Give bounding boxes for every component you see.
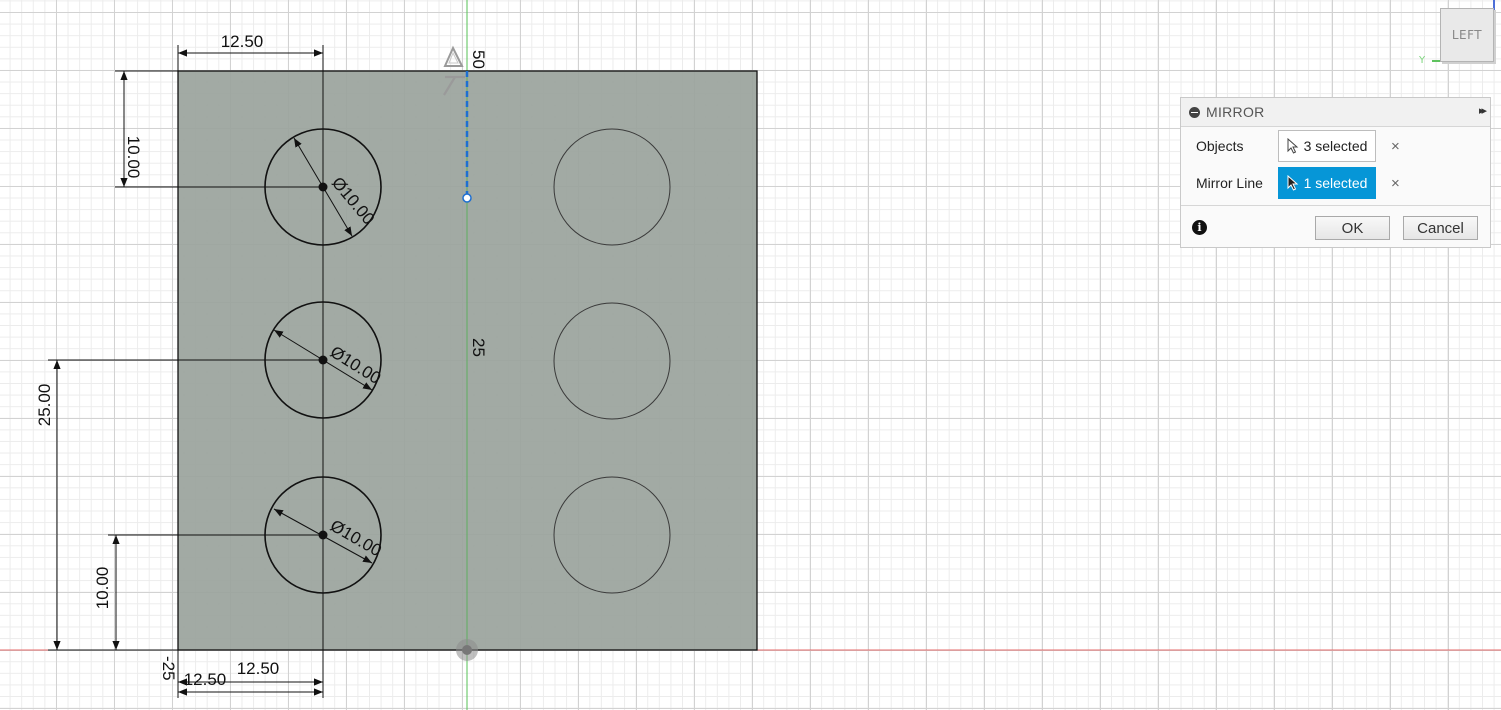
svg-text:12.50: 12.50 [221,32,264,51]
svg-text:25.00: 25.00 [35,384,54,427]
info-icon[interactable]: i [1192,220,1207,235]
mirror-line-label: Mirror Line [1196,175,1263,191]
objects-label: Objects [1196,138,1244,154]
cancel-button[interactable]: Cancel [1403,216,1478,240]
mirror-dialog-title: MIRROR [1206,104,1265,120]
mirror-dialog-header: MIRROR ▸▸ [1181,98,1490,127]
objects-clear-icon[interactable]: × [1391,138,1400,155]
expand-icon[interactable]: ▸▸ [1479,104,1487,117]
mirror-line-endpoint[interactable] [462,193,472,203]
objects-value: 3 selected [1303,138,1368,154]
axis-label-mid: 25 [469,338,488,357]
viewcube[interactable]: LEFT [1440,8,1494,62]
viewcube-face-label: LEFT [1451,28,1483,42]
mirror-line-row: Mirror Line 1 selected × [1181,166,1490,200]
origin-point[interactable] [456,639,478,661]
dim-top-width[interactable]: 12.50 [178,32,323,57]
ok-button[interactable]: OK [1315,216,1390,240]
cursor-arrow-icon [1287,138,1298,154]
objects-selector[interactable]: 3 selected [1278,130,1376,162]
axis-label-left: -25 [159,656,178,681]
axis-label-top: 50 [469,50,488,69]
mirror-line-selector[interactable]: 1 selected [1278,167,1376,199]
mirror-dialog: MIRROR ▸▸ Objects 3 selected × Mirror Li… [1180,97,1491,248]
mirror-line-value: 1 selected [1303,175,1368,191]
collapse-icon[interactable] [1189,106,1200,118]
dim-bottom-width[interactable]: 12.50 12.50 [178,659,323,696]
viewcube-axis-label: Y [1419,55,1426,66]
mirror-line-clear-icon[interactable]: × [1391,175,1400,192]
svg-text:10.00: 10.00 [93,567,112,610]
constraint-triangle-icon[interactable] [443,45,464,67]
svg-text:12.50: 12.50 [237,659,280,678]
svg-text:10.00: 10.00 [124,136,143,179]
objects-row: Objects 3 selected × [1181,129,1490,163]
svg-text:12.50: 12.50 [184,670,227,689]
cursor-arrow-icon [1287,175,1298,191]
mirror-dialog-footer: i OK Cancel [1181,205,1490,249]
